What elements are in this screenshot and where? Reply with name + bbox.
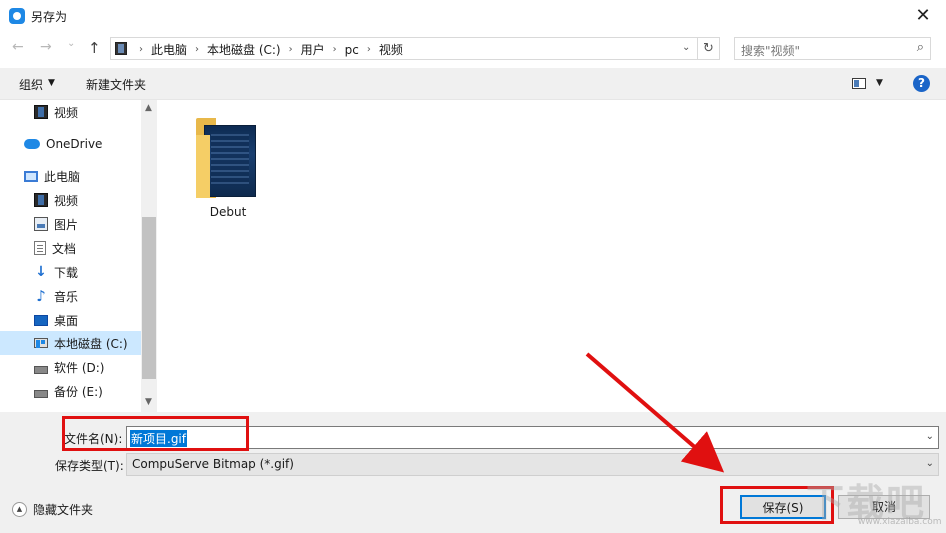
search-placeholder: 搜索"视频" <box>741 44 801 58</box>
sidebar-item-label: 图片 <box>54 217 79 232</box>
file-list-area: Debut <box>158 100 946 412</box>
title-bar: 另存为 ✕ <box>0 0 946 32</box>
video-library-icon <box>34 105 48 119</box>
breadcrumb-separator-icon[interactable]: › <box>333 44 337 55</box>
close-button[interactable]: ✕ <box>900 0 946 32</box>
sidebar-item-downloads[interactable]: ↓ 下载 <box>0 260 141 284</box>
hide-folders-toggle[interactable]: ▲ 隐藏文件夹 <box>12 501 93 518</box>
back-arrow-icon[interactable]: ← <box>12 39 24 55</box>
filetype-value: CompuServe Bitmap (*.gif) <box>132 457 294 471</box>
filename-label: 文件名(N): <box>64 432 123 446</box>
folder-icon-front <box>196 135 210 198</box>
search-icon[interactable]: ⌕ <box>917 40 924 55</box>
music-folder-icon: ♪ <box>36 287 46 305</box>
navigation-pane: 视频 OneDrive 此电脑 视频 图片 文档 ↓ 下载 ♪ 音乐 桌面 本地… <box>0 100 157 412</box>
up-arrow-icon[interactable]: ↑ <box>88 39 101 57</box>
sidebar-item-desktop[interactable]: 桌面 <box>0 308 141 332</box>
hide-folders-label: 隐藏文件夹 <box>33 503 94 517</box>
sidebar-item-label: 桌面 <box>54 313 79 328</box>
sidebar-item-drive-e[interactable]: 备份 (E:) <box>0 379 141 403</box>
drive-e-icon <box>34 389 48 398</box>
sidebar-item-onedrive[interactable]: OneDrive <box>0 132 141 156</box>
filename-dropdown-chevron-icon[interactable]: ⌄ <box>926 431 934 442</box>
folder-item-label[interactable]: Debut <box>186 205 270 219</box>
breadcrumb-separator-icon[interactable]: › <box>195 44 199 55</box>
filetype-dropdown-chevron-icon[interactable]: ⌄ <box>926 458 934 469</box>
sidebar-item-this-pc[interactable]: 此电脑 <box>0 164 141 188</box>
sidebar-item-label: OneDrive <box>46 137 103 151</box>
sidebar-item-label: 音乐 <box>54 289 79 304</box>
watermark-url: www.xiazaiba.com <box>858 517 942 527</box>
view-mode-caret-icon[interactable]: ▼ <box>876 78 883 88</box>
navigation-pane-scrollbar[interactable]: ▲ ▼ <box>141 100 157 412</box>
sidebar-item-label: 文档 <box>52 241 77 256</box>
sidebar-item-label: 本地磁盘 (C:) <box>54 336 128 351</box>
sidebar-item-music[interactable]: ♪ 音乐 <box>0 284 141 308</box>
sidebar-item-label: 视频 <box>54 105 79 120</box>
pictures-folder-icon <box>34 217 48 231</box>
sidebar-item-videos[interactable]: 视频 <box>0 188 141 212</box>
view-mode-icon[interactable] <box>852 78 866 89</box>
sidebar-item-label: 备份 (E:) <box>54 384 103 399</box>
breadcrumb-videos[interactable]: 视频 <box>379 41 403 58</box>
address-bar[interactable]: › 此电脑 › 本地磁盘 (C:) › 用户 › pc › 视频 ⌄ <box>110 37 698 60</box>
new-folder-button[interactable]: 新建文件夹 <box>86 76 146 93</box>
breadcrumb-drive-c[interactable]: 本地磁盘 (C:) <box>207 41 281 58</box>
sidebar-item-documents[interactable]: 文档 <box>0 236 141 260</box>
organize-caret-icon[interactable]: ▼ <box>48 78 55 88</box>
refresh-button[interactable]: ↻ <box>698 37 720 60</box>
sidebar-item-label: 此电脑 <box>44 169 81 184</box>
filename-value[interactable]: 新项目.gif <box>130 430 187 447</box>
breadcrumb-users[interactable]: 用户 <box>301 41 325 58</box>
folder-thumbnail <box>204 125 256 197</box>
sidebar-item-pictures[interactable]: 图片 <box>0 212 141 236</box>
breadcrumb-separator-icon[interactable]: › <box>139 44 143 55</box>
navigation-bar: ← → ⌄ ↑ › 此电脑 › 本地磁盘 (C:) › 用户 › pc › 视频… <box>0 32 946 64</box>
collapse-chevron-icon: ▲ <box>12 502 27 517</box>
recent-locations-chevron-icon[interactable]: ⌄ <box>67 38 75 49</box>
sidebar-item-drive-c[interactable]: 本地磁盘 (C:) <box>0 331 141 355</box>
breadcrumb-this-pc[interactable]: 此电脑 <box>151 41 187 58</box>
sidebar-item-label: 软件 (D:) <box>54 360 105 375</box>
search-input[interactable]: 搜索"视频" ⌕ <box>734 37 931 60</box>
documents-folder-icon <box>34 241 46 255</box>
scroll-down-arrow-icon[interactable]: ▼ <box>145 397 152 407</box>
organize-button[interactable]: 组织 <box>19 76 43 93</box>
command-toolbar: 组织 ▼ 新建文件夹 ▼ ? <box>0 68 946 100</box>
address-dropdown-chevron-icon[interactable]: ⌄ <box>682 42 690 53</box>
sidebar-item-videos-quick[interactable]: 视频 <box>0 100 141 124</box>
breadcrumb-separator-icon[interactable]: › <box>289 44 293 55</box>
scrollbar-thumb[interactable] <box>142 217 156 379</box>
filename-input[interactable]: 新项目.gif ⌄ <box>126 426 939 449</box>
folder-item[interactable] <box>194 115 260 205</box>
scroll-up-arrow-icon[interactable]: ▲ <box>145 103 152 113</box>
sidebar-item-label: 视频 <box>54 193 79 208</box>
breadcrumb-pc[interactable]: pc <box>345 43 359 57</box>
desktop-folder-icon <box>34 314 48 326</box>
video-folder-icon <box>34 193 48 207</box>
drive-c-icon <box>34 338 48 348</box>
this-pc-icon <box>24 170 38 182</box>
onedrive-cloud-icon <box>24 139 40 149</box>
sidebar-item-label: 下载 <box>54 265 79 280</box>
sidebar-item-drive-d[interactable]: 软件 (D:) <box>0 355 141 379</box>
window-title: 另存为 <box>31 10 68 24</box>
breadcrumb-separator-icon[interactable]: › <box>367 44 371 55</box>
save-form-panel: 文件名(N): 新项目.gif ⌄ 保存类型(T): CompuServe Bi… <box>0 412 946 533</box>
forward-arrow-icon[interactable]: → <box>40 39 52 55</box>
downloads-folder-icon: ↓ <box>35 264 47 280</box>
breadcrumb: › 此电脑 › 本地磁盘 (C:) › 用户 › pc › 视频 <box>131 41 403 58</box>
filetype-label: 保存类型(T): <box>55 459 124 473</box>
drive-d-icon <box>34 365 48 374</box>
app-icon <box>9 8 25 24</box>
video-folder-icon <box>115 42 127 55</box>
help-icon[interactable]: ? <box>913 75 930 92</box>
